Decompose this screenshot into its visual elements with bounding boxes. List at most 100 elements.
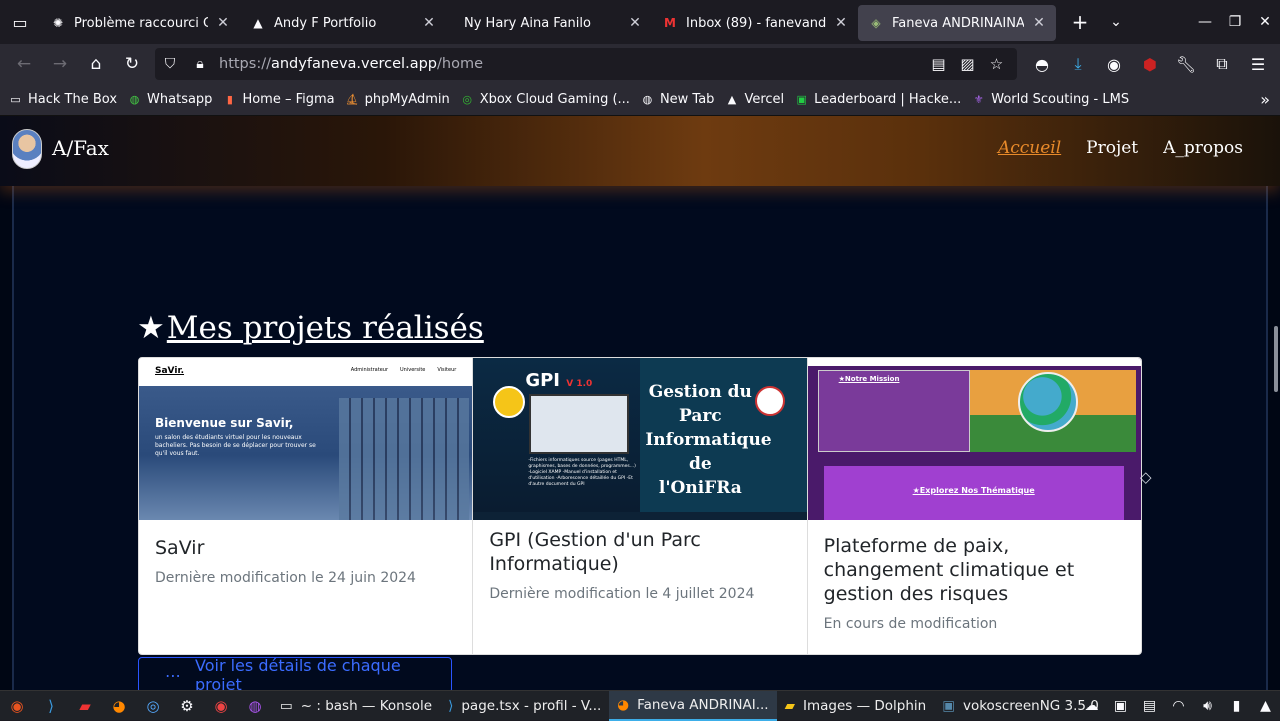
- task-konsole[interactable]: ▭ ~ : bash — Konsole: [272, 691, 440, 721]
- nav-link-a-propos[interactable]: A_propos: [1163, 138, 1243, 158]
- screenshot-icon[interactable]: ▣: [1106, 698, 1135, 714]
- avatar[interactable]: [12, 129, 42, 169]
- private-mask-icon[interactable]: ◓: [1024, 55, 1060, 74]
- extensions-icon[interactable]: ⧉: [1204, 54, 1240, 74]
- shield-icon[interactable]: ⛉: [155, 56, 185, 72]
- double-chevron-right-icon[interactable]: »: [1260, 90, 1270, 109]
- close-icon[interactable]: ✕: [1032, 15, 1046, 31]
- tab-5-active[interactable]: ◈ Faneva ANDRINAINA ✕: [858, 5, 1056, 41]
- chevron-down-icon[interactable]: ⌄: [1098, 14, 1134, 30]
- thumb-screenshot: [529, 394, 630, 454]
- card-title: Plateforme de paix, changement climatiqu…: [823, 535, 1075, 605]
- cloud-icon[interactable]: ☁: [1077, 698, 1106, 714]
- bookmark-item[interactable]: ◎ Xbox Cloud Gaming (...: [460, 92, 630, 107]
- tab-title: Andy F Portfolio: [274, 15, 377, 31]
- task-firefox[interactable]: ◕ Faneva ANDRINAI...: [609, 690, 777, 721]
- settings-icon[interactable]: ⚙: [170, 691, 204, 721]
- lock-icon[interactable]: 🔒︎: [185, 56, 215, 72]
- project-card-plateforme[interactable]: ★Notre Mission ★Explorez Nos Thématique …: [807, 358, 1141, 654]
- ublock-icon[interactable]: ⬢: [1132, 55, 1168, 74]
- wrench-icon[interactable]: 🔧︎: [1168, 55, 1204, 74]
- task-dolphin[interactable]: ▰ Images — Dolphin: [777, 691, 935, 721]
- maximize-icon[interactable]: ❐: [1220, 14, 1250, 30]
- folder-icon: ▭: [10, 93, 21, 106]
- back-button[interactable]: ←: [6, 48, 42, 80]
- section-title-text: Mes projets réalisés: [166, 310, 484, 346]
- tab-1[interactable]: ✺ Problème raccourci Ctrl ✕: [40, 5, 240, 41]
- new-tab-button[interactable]: +: [1062, 10, 1098, 34]
- volume-icon[interactable]: 🔊︎: [1193, 698, 1222, 714]
- bookmark-item[interactable]: ▣ Leaderboard | Hacke...: [794, 92, 961, 107]
- close-icon[interactable]: ✕: [216, 15, 230, 31]
- thumb-gpi-label: GPI: [525, 370, 560, 391]
- bookmark-item[interactable]: ◍ New Tab: [640, 92, 715, 107]
- arrow-left-icon: ←: [16, 54, 32, 74]
- chromium-icon[interactable]: ◎: [136, 691, 170, 721]
- app-launcher-icon[interactable]: ◉: [0, 691, 34, 721]
- minimize-icon[interactable]: —: [1190, 14, 1220, 30]
- reader-view-icon[interactable]: ▤: [924, 55, 953, 73]
- task-vscode[interactable]: ⟩ page.tsx - profil - V...: [440, 691, 609, 721]
- forward-button[interactable]: →: [42, 48, 78, 80]
- home-button[interactable]: ⌂: [78, 48, 114, 80]
- clipboard-icon[interactable]: ▤: [1135, 698, 1164, 714]
- task-label: Images — Dolphin: [802, 697, 927, 714]
- url-bar[interactable]: ⛉ 🔒︎ https://andyfaneva.vercel.app/home …: [155, 48, 1017, 80]
- nav-link-projet[interactable]: Projet: [1086, 138, 1138, 158]
- project-card-gpi[interactable]: GPI V 1.0 -Fichiers informatiques source…: [473, 358, 808, 654]
- download-icon[interactable]: ⤓: [1060, 54, 1096, 74]
- bookmark-item[interactable]: ⚜︎ World Scouting - LMS: [971, 92, 1129, 107]
- close-icon[interactable]: ✕: [628, 15, 642, 31]
- bookmark-star-icon[interactable]: ☆: [982, 55, 1011, 73]
- tab-4[interactable]: M Inbox (89) - fanevandy1 ✕: [652, 5, 858, 41]
- figma-icon: ▮: [226, 93, 233, 106]
- site-logo[interactable]: A/Fax: [52, 136, 109, 160]
- nav-link-accueil[interactable]: Accueil: [998, 138, 1061, 158]
- card-title: SaVir: [155, 537, 205, 559]
- bookmark-item[interactable]: ▲ Vercel: [724, 92, 784, 107]
- task-label: page.tsx - profil - V...: [461, 697, 602, 714]
- thumb-mission-box: ★Notre Mission: [817, 370, 970, 452]
- translate-icon[interactable]: ▨: [953, 55, 982, 73]
- close-icon[interactable]: ✕: [834, 15, 848, 31]
- tab-2[interactable]: ▲ Andy F Portfolio ✕: [240, 5, 446, 41]
- thumb-text: un salon des étudiants virtuel pour les …: [155, 434, 316, 457]
- tor-icon[interactable]: ◍: [238, 691, 272, 721]
- url-host: andyfaneva.vercel.app: [270, 56, 437, 72]
- project-card-savir[interactable]: SaVir. Administrateur Universite Visiteu…: [139, 358, 474, 654]
- bookmark-item[interactable]: ▭ Hack The Box: [8, 92, 117, 107]
- firefox-icon[interactable]: ◕: [102, 691, 136, 721]
- terminal-icon: ▭: [280, 697, 293, 714]
- thumb-band-heading: ★Explorez Nos Thématique: [912, 486, 1035, 495]
- tab-title: Faneva ANDRINAINA: [892, 15, 1024, 31]
- bookmark-item[interactable]: ▮ Home – Figma: [222, 92, 335, 107]
- scrollbar-thumb[interactable]: [1274, 326, 1278, 392]
- battery-icon[interactable]: ▮: [1222, 698, 1251, 714]
- tab-3[interactable]: Ny Hary Aina Fanilo ✕: [446, 5, 652, 41]
- hamburger-menu-icon[interactable]: ☰: [1240, 55, 1276, 74]
- details-button[interactable]: ⋯ Voir les détails de chaque projet: [138, 656, 452, 690]
- tray-expand-icon[interactable]: ▲: [1251, 698, 1280, 714]
- site-header: A/Fax Accueil Projet A_propos: [0, 116, 1280, 186]
- list-all-tabs-button[interactable]: ▭: [0, 0, 40, 44]
- bookmark-item[interactable]: ◍ Whatsapp: [127, 92, 213, 107]
- close-window-icon[interactable]: ✕: [1250, 14, 1280, 30]
- section-title: ★ Mes projets réalisés: [137, 310, 484, 346]
- tab-title: Problème raccourci Ctrl: [74, 15, 208, 31]
- pdf-icon[interactable]: ▰: [68, 691, 102, 721]
- vscode-icon[interactable]: ⟩: [34, 691, 68, 721]
- diamond-cursor-icon: ◇: [1140, 468, 1152, 486]
- recorder-icon[interactable]: ◉: [204, 691, 238, 721]
- folder-icon: ▰: [784, 697, 795, 714]
- wifi-icon[interactable]: ◠: [1164, 698, 1193, 714]
- reload-button[interactable]: ↻: [114, 48, 150, 80]
- account-icon[interactable]: ◉: [1096, 55, 1132, 74]
- url-text[interactable]: https://andyfaneva.vercel.app/home: [219, 56, 483, 72]
- details-button-label: Voir les détails de chaque projet: [195, 656, 401, 690]
- site-nav: Accueil Projet A_propos: [998, 138, 1243, 158]
- phpmyadmin-icon: ⛵︎: [345, 93, 360, 106]
- project-thumbnail: ★Notre Mission ★Explorez Nos Thématique: [807, 358, 1141, 520]
- close-icon[interactable]: ✕: [422, 15, 436, 31]
- vscode-icon: ⟩: [448, 697, 454, 714]
- bookmark-item[interactable]: ⛵︎ phpMyAdmin: [345, 92, 450, 107]
